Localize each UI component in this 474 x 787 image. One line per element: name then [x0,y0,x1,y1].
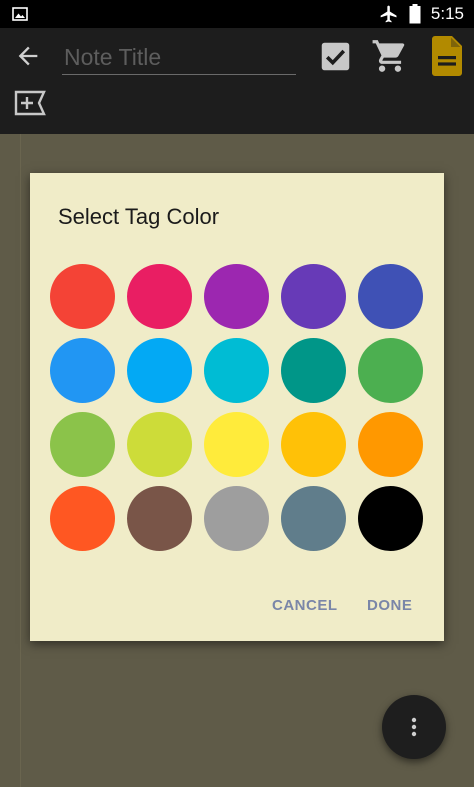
color-swatch[interactable] [204,412,269,477]
select-tag-color-dialog: Select Tag Color CANCEL DONE [30,173,444,641]
color-swatch[interactable] [281,412,346,477]
color-swatch-grid [50,264,427,554]
color-swatch[interactable] [281,486,346,551]
dialog-title: Select Tag Color [58,204,220,229]
airplane-icon [380,5,397,23]
cancel-button[interactable]: CANCEL [272,597,338,614]
note-toolbar [0,28,474,134]
note-margin-line [20,134,21,787]
color-swatch[interactable] [204,338,269,403]
color-swatch[interactable] [127,264,192,329]
clock-time: 5:15 [430,4,464,23]
color-swatch[interactable] [358,338,423,403]
note-icon[interactable] [432,36,462,76]
color-swatch[interactable] [127,486,192,551]
color-swatch[interactable] [127,412,192,477]
color-swatch[interactable] [50,264,115,329]
color-swatch[interactable] [127,338,192,403]
done-button[interactable]: DONE [367,597,412,614]
checkbox-icon[interactable] [319,40,352,73]
color-swatch[interactable] [50,486,115,551]
add-tag-icon[interactable] [14,90,46,116]
color-swatch[interactable] [204,264,269,329]
color-swatch[interactable] [358,412,423,477]
color-swatch[interactable] [281,264,346,329]
color-swatch[interactable] [358,486,423,551]
status-bar: 5:15 [0,0,474,28]
color-swatch[interactable] [358,264,423,329]
battery-icon [409,4,421,24]
more-vertical-icon [411,717,417,737]
color-swatch[interactable] [204,486,269,551]
back-arrow-icon[interactable] [14,42,42,70]
image-icon [12,7,28,21]
cart-icon[interactable] [370,37,410,75]
more-options-fab[interactable] [382,695,446,759]
note-title-input[interactable] [62,42,296,75]
color-swatch[interactable] [281,338,346,403]
color-swatch[interactable] [50,412,115,477]
color-swatch[interactable] [50,338,115,403]
